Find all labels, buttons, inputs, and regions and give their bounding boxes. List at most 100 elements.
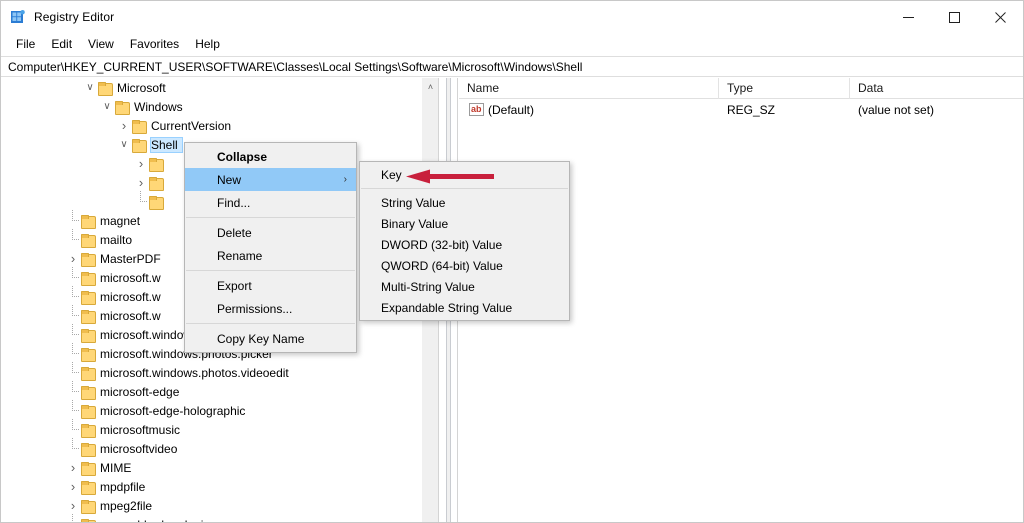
menu-help[interactable]: Help (187, 35, 228, 54)
context-menu-item-label: Export (217, 278, 252, 293)
context-menu-item[interactable]: Export (185, 274, 356, 297)
new-submenu-item-label: Expandable String Value (381, 300, 513, 315)
menu-favorites[interactable]: Favorites (122, 35, 187, 54)
context-menu-item[interactable]: New › (185, 168, 356, 191)
tree-item-label: mpdpfile (100, 479, 146, 494)
chevron-down-icon[interactable]: ∨ (82, 78, 98, 97)
context-menu-item[interactable]: Permissions... (185, 297, 356, 320)
tree-item[interactable]: microsoft.windows.photos.videoedit (1, 362, 438, 382)
context-menu-item[interactable]: Copy Key Name (185, 327, 356, 350)
context-menu-item[interactable]: Rename (185, 244, 356, 267)
menu-file[interactable]: File (8, 35, 43, 54)
context-menu-item-label: Find... (217, 195, 251, 210)
tree-item-label: ms-aad-brokerplugin (100, 518, 214, 523)
column-header-name[interactable]: Name (459, 77, 719, 99)
chevron-right-icon[interactable]: › (65, 458, 81, 477)
registry-path-text[interactable]: Computer\HKEY_CURRENT_USER\SOFTWARE\Clas… (1, 60, 582, 74)
chevron-right-icon[interactable]: › (133, 154, 149, 173)
tree-item-label: microsoftmusic (100, 422, 181, 437)
tree-item[interactable]: microsoftvideo (1, 438, 438, 458)
chevron-right-icon[interactable]: › (65, 496, 81, 515)
folder-icon (149, 157, 164, 172)
maximize-button[interactable] (931, 1, 977, 33)
column-header-type[interactable]: Type (719, 77, 850, 99)
tree-item-label: microsoftvideo (100, 441, 178, 456)
value-name-text: (Default) (488, 102, 535, 117)
new-submenu-item[interactable]: Binary Value (360, 213, 569, 234)
tree-item-label: MIME (100, 460, 132, 475)
menu-view[interactable]: View (80, 35, 122, 54)
new-submenu-item[interactable]: Key (360, 164, 569, 185)
context-menu-item[interactable]: Collapse (185, 145, 356, 168)
tree-context-menu[interactable]: Collapse New › Find... Delete Rename Export Per… (184, 142, 357, 353)
folder-icon (81, 404, 96, 419)
folder-icon (81, 271, 96, 286)
folder-icon (115, 100, 130, 115)
tree-item[interactable]: › mpeg2file (1, 496, 438, 515)
tree-line (65, 286, 81, 306)
address-bar[interactable]: Computer\HKEY_CURRENT_USER\SOFTWARE\Clas… (1, 56, 1023, 77)
folder-icon (81, 480, 96, 495)
column-header-data[interactable]: Data (850, 78, 1023, 99)
tree-line (65, 419, 81, 439)
string-value-icon-label: ab (471, 104, 482, 114)
folder-icon (98, 81, 113, 96)
context-menu-item[interactable]: Delete (185, 221, 356, 244)
tree-item-label: microsoft.w (100, 289, 161, 304)
tree-item[interactable]: › MIME (1, 458, 438, 477)
new-submenu-item[interactable]: String Value (360, 192, 569, 213)
folder-icon (81, 309, 96, 324)
chevron-right-icon[interactable]: › (65, 249, 81, 268)
tree-item[interactable]: ms-aad-brokerplugin (1, 514, 438, 523)
folder-icon (149, 195, 164, 210)
value-name-cell: ab (Default) (459, 99, 719, 120)
close-button[interactable] (977, 1, 1023, 33)
values-list-row[interactable]: ab (Default) REG_SZ (value not set) (459, 99, 1023, 120)
menu-edit[interactable]: Edit (43, 35, 80, 54)
context-menu-item[interactable]: Find... (185, 191, 356, 214)
new-submenu-item-label: QWORD (64-bit) Value (381, 258, 503, 273)
folder-icon (81, 499, 96, 514)
tree-item[interactable]: › CurrentVersion (1, 116, 438, 135)
chevron-down-icon[interactable]: ∨ (99, 97, 115, 116)
context-menu-item-label: Rename (217, 248, 263, 263)
tree-item-label: CurrentVersion (151, 118, 232, 133)
chevron-down-icon[interactable]: ∨ (116, 135, 132, 154)
new-submenu-item[interactable]: Multi-String Value (360, 276, 569, 297)
tree-item[interactable]: microsoft-edge (1, 381, 438, 401)
minimize-button[interactable] (885, 1, 931, 33)
tree-item[interactable]: microsoftmusic (1, 419, 438, 439)
new-submenu-item[interactable]: QWORD (64-bit) Value (360, 255, 569, 276)
chevron-right-icon[interactable]: › (133, 173, 149, 192)
tree-item[interactable]: microsoft-edge-holographic (1, 400, 438, 420)
folder-icon (81, 442, 96, 457)
new-submenu[interactable]: Key String Value Binary Value DWORD (32-bit… (359, 161, 570, 321)
folder-icon (149, 176, 164, 191)
tree-item[interactable]: › mpdpfile (1, 477, 438, 496)
folder-icon (81, 252, 96, 267)
tree-item[interactable]: ∨ Windows (1, 97, 438, 116)
new-submenu-item[interactable]: Expandable String Value (360, 297, 569, 318)
tree-item-label: Microsoft (117, 80, 166, 95)
folder-icon (81, 290, 96, 305)
new-submenu-item-label: DWORD (32-bit) Value (381, 237, 503, 252)
chevron-right-icon[interactable]: › (65, 477, 81, 496)
new-submenu-item[interactable]: DWORD (32-bit) Value (360, 234, 569, 255)
tree-item[interactable]: ∨ Microsoft (1, 78, 438, 97)
scroll-up-arrow-icon[interactable]: ˄ (422, 78, 438, 95)
string-value-icon: ab (469, 103, 484, 116)
tree-item-label: microsoft.windows.photos.videoedit (100, 365, 289, 380)
tree-line (65, 324, 81, 344)
context-menu-item-label: Copy Key Name (217, 331, 305, 346)
chevron-right-icon[interactable]: › (116, 116, 132, 135)
